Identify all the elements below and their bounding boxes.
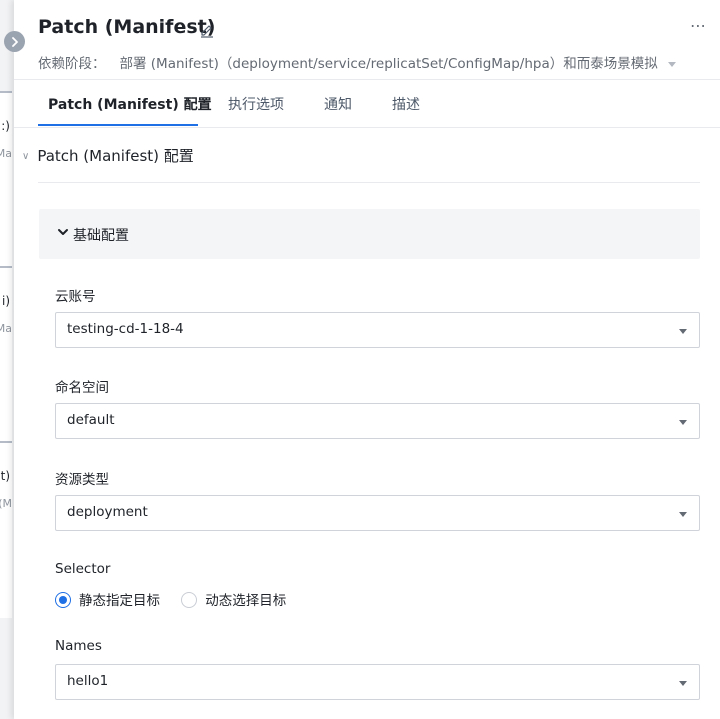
selector-radio-group: 静态指定目标 动态选择目标 (55, 589, 303, 609)
background-card-title: t) (0, 469, 10, 483)
caret-down-icon (679, 329, 687, 334)
background-card-subtitle: Ma (0, 147, 12, 160)
cloud-account-value: testing-cd-1-18-4 (67, 321, 184, 337)
tab-patch-config[interactable]: Patch (Manifest) 配置 (48, 94, 212, 114)
caret-down-icon (679, 681, 687, 686)
background-card-title: :) (1, 119, 10, 133)
section-toggle[interactable]: ∨ Patch (Manifest) 配置 (22, 145, 194, 166)
names-select[interactable]: hello1 (55, 664, 700, 700)
radio-static-target[interactable]: 静态指定目标 (55, 589, 160, 609)
tabs-bar: Patch (Manifest) 配置 执行选项 通知 描述 (14, 79, 720, 128)
section-title: Patch (Manifest) 配置 (37, 147, 194, 165)
names-value: hello1 (67, 673, 109, 689)
selector-label: Selector (55, 561, 111, 577)
caret-down-icon (679, 420, 687, 425)
radio-dynamic-target[interactable]: 动态选择目标 (181, 589, 286, 609)
radio-unchecked-icon (181, 592, 198, 608)
collapse-panel-button[interactable] (4, 31, 25, 52)
caret-down-icon (667, 61, 676, 67)
names-label: Names (55, 638, 102, 654)
background-card-subtitle: Ma (0, 322, 12, 335)
namespace-label: 命名空间 (55, 380, 109, 396)
tab-description[interactable]: 描述 (392, 94, 420, 114)
radio-label: 动态选择目标 (205, 593, 287, 609)
background-card-subtitle: (M (0, 497, 12, 510)
caret-down-icon (679, 512, 687, 517)
divider (38, 182, 700, 183)
active-tab-indicator (38, 124, 198, 126)
background-card-title: i) (1, 294, 10, 308)
background-stage-card[interactable]: i) Ma (0, 266, 12, 443)
tab-notifications[interactable]: 通知 (324, 94, 352, 114)
background-stage-list: :) Ma i) Ma t) (M (0, 0, 14, 719)
more-icon[interactable]: ⋯ (690, 16, 707, 35)
drawer-title: Patch (Manifest) (38, 16, 216, 38)
cloud-account-select[interactable]: testing-cd-1-18-4 (55, 312, 700, 348)
basic-config-group-header[interactable]: 基础配置 (39, 209, 700, 259)
chevron-right-icon (11, 36, 18, 47)
resource-type-select[interactable]: deployment (55, 495, 700, 531)
group-title: 基础配置 (73, 228, 129, 244)
dependency-stage-row[interactable]: 依赖阶段： 部署 (Manifest)（deployment/service/re… (38, 52, 676, 72)
chevron-down-icon (57, 226, 69, 241)
tab-execution-options[interactable]: 执行选项 (228, 94, 284, 114)
namespace-select[interactable]: default (55, 403, 700, 439)
radio-label: 静态指定目标 (79, 593, 160, 609)
dependency-stage-label: 依赖阶段： (38, 56, 106, 72)
background-stage-card[interactable]: :) Ma (0, 91, 12, 268)
background-stage-card[interactable]: t) (M (0, 441, 12, 618)
resource-type-label: 资源类型 (55, 472, 109, 488)
edit-icon[interactable] (199, 22, 215, 38)
cloud-account-label: 云账号 (55, 289, 96, 305)
chevron-down-icon: ∨ (22, 151, 30, 162)
dependency-stage-value: 部署 (Manifest)（deployment/service/replica… (119, 56, 658, 72)
resource-type-value: deployment (67, 504, 148, 520)
namespace-value: default (67, 412, 115, 428)
radio-checked-icon (55, 592, 71, 608)
